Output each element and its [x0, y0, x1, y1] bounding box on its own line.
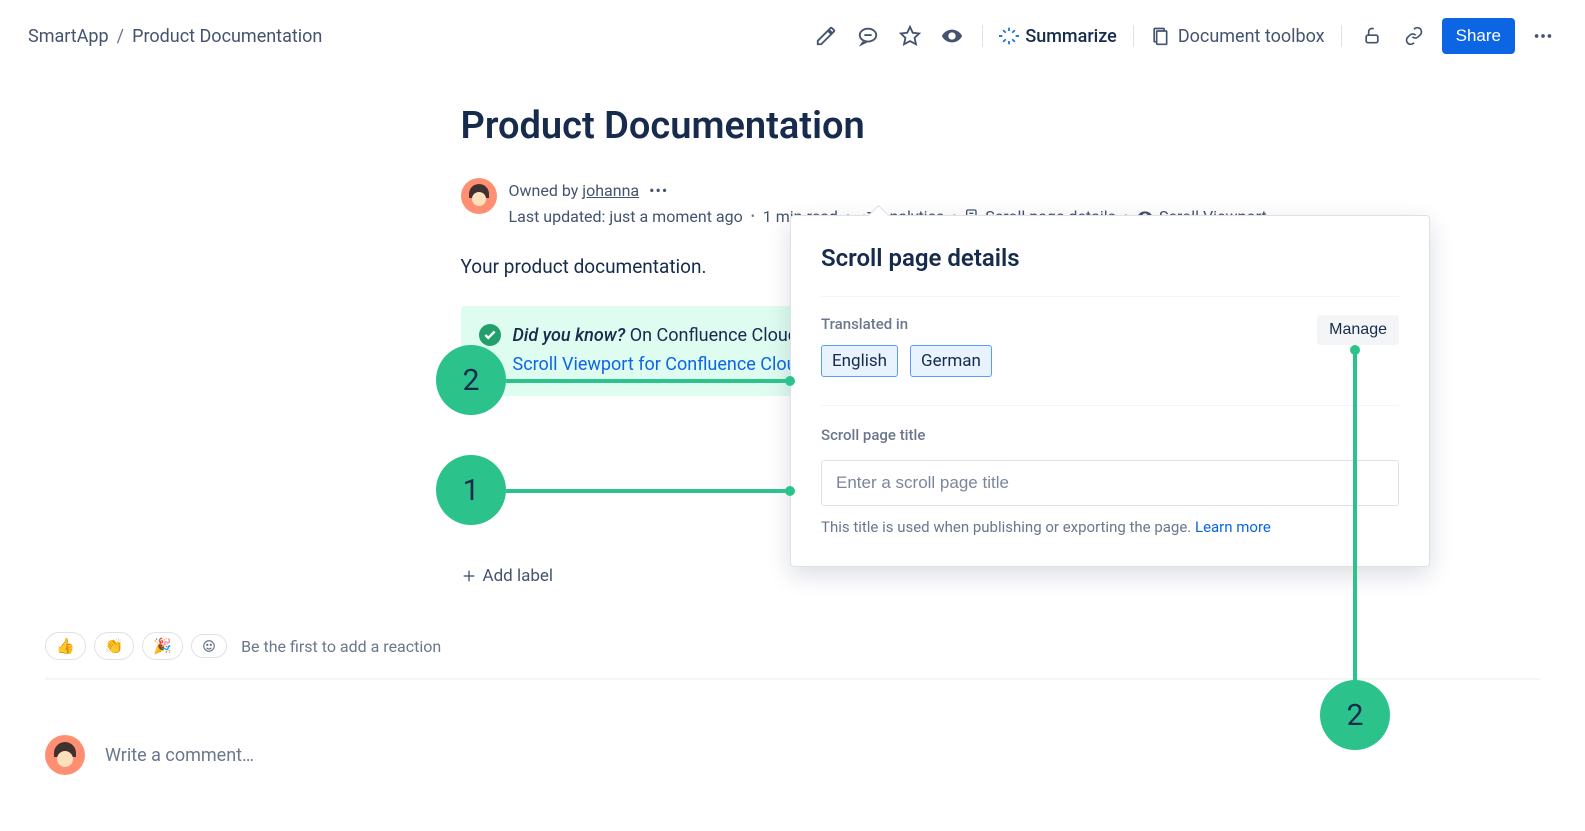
sparkle-icon: [999, 26, 1019, 46]
check-icon: [479, 324, 501, 346]
author-avatar[interactable]: [461, 178, 497, 214]
owned-by-label: Owned by: [509, 181, 583, 200]
comment-input[interactable]: Write a comment…: [105, 745, 254, 766]
panel-link[interactable]: Scroll Viewport for Confluence Cloud: [513, 354, 807, 375]
annotation-line-1: [506, 489, 790, 493]
star-icon[interactable]: [896, 22, 924, 50]
watch-icon[interactable]: [938, 22, 966, 50]
restrictions-icon[interactable]: [1358, 22, 1386, 50]
scroll-title-input[interactable]: [821, 460, 1399, 506]
lang-chip-english[interactable]: English: [821, 345, 898, 377]
help-text: This title is used when publishing or ex…: [821, 518, 1399, 536]
toolbar-divider: [1341, 25, 1342, 47]
breadcrumb-space[interactable]: SmartApp: [28, 26, 109, 47]
scroll-page-details-popup: Scroll page details Translated in Manage…: [790, 215, 1430, 567]
breadcrumb: SmartApp / Product Documentation: [28, 26, 322, 47]
plus-icon: [461, 568, 477, 584]
learn-more-link[interactable]: Learn more: [1195, 518, 1271, 536]
summarize-button[interactable]: Summarize: [999, 26, 1116, 47]
toolbar-divider: [1133, 25, 1134, 47]
document-toolbox-button[interactable]: Document toolbox: [1150, 26, 1325, 47]
reactions-area: 👍 👏 🎉 Be the first to add a reaction: [45, 632, 1540, 680]
reactions-bar: 👍 👏 🎉 Be the first to add a reaction: [45, 632, 1540, 680]
annotation-circle-2a: 2: [436, 345, 506, 415]
more-actions-icon[interactable]: [1529, 22, 1557, 50]
translated-section: Translated in Manage English German: [821, 296, 1399, 377]
edit-icon[interactable]: [812, 22, 840, 50]
lang-chip-german[interactable]: German: [910, 345, 992, 377]
toolbox-icon: [1150, 26, 1170, 46]
last-updated: Last updated: just a moment ago: [509, 204, 743, 230]
breadcrumb-page[interactable]: Product Documentation: [132, 26, 322, 47]
owner-link[interactable]: johanna: [582, 181, 639, 200]
toolbar: Summarize Document toolbox Share: [812, 18, 1557, 54]
scroll-title-section: Scroll page title This title is used whe…: [821, 405, 1399, 536]
annotation-line-2a: [506, 379, 790, 383]
annotation-circle-2b: 2: [1320, 680, 1390, 750]
reaction-thumbsup[interactable]: 👍: [45, 632, 86, 660]
annotation-line-2b: [1353, 350, 1357, 682]
current-user-avatar[interactable]: [45, 735, 85, 775]
link-icon[interactable]: [1400, 22, 1428, 50]
add-reaction-icon: [202, 639, 216, 653]
toolbar-divider: [982, 25, 983, 47]
manage-button[interactable]: Manage: [1317, 315, 1399, 345]
reaction-clap[interactable]: 👏: [94, 632, 135, 660]
toolbox-label: Document toolbox: [1178, 26, 1325, 47]
summarize-label: Summarize: [1025, 26, 1116, 47]
translated-label: Translated in: [821, 315, 908, 333]
share-button[interactable]: Share: [1442, 18, 1515, 54]
page-title: Product Documentation: [461, 104, 1383, 148]
language-chips: English German: [821, 345, 1399, 377]
add-label-button[interactable]: Add label: [461, 566, 554, 586]
comment-row: Write a comment…: [45, 735, 254, 775]
breadcrumb-separator: /: [117, 26, 124, 47]
reactions-hint: Be the first to add a reaction: [241, 637, 441, 656]
owner-more-icon[interactable]: •••: [649, 181, 668, 200]
popup-heading: Scroll page details: [821, 244, 1399, 272]
panel-lead: Did you know?: [513, 325, 626, 346]
reaction-add[interactable]: [191, 634, 227, 658]
annotation-circle-1: 1: [436, 455, 506, 525]
page-header: SmartApp / Product Documentation Summari…: [0, 0, 1585, 54]
scroll-title-label: Scroll page title: [821, 426, 1399, 444]
reaction-party[interactable]: 🎉: [142, 632, 183, 660]
comment-icon[interactable]: [854, 22, 882, 50]
